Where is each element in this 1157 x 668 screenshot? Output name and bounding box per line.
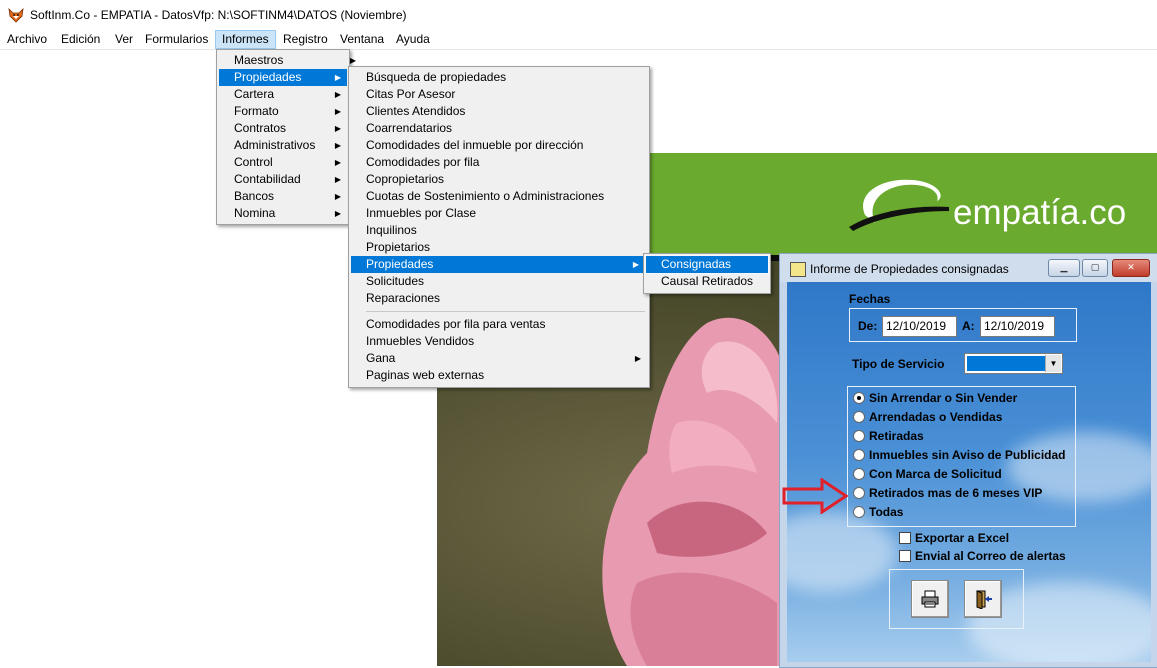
minimize-button[interactable]: ▁ (1048, 259, 1080, 277)
menu-item-solicitudes[interactable]: Solicitudes (351, 273, 647, 290)
menu-item-nomina[interactable]: Nomina ▶ (219, 205, 347, 222)
fox-app-icon (8, 7, 24, 23)
title-bar: SoftInm.Co - EMPATIA - DatosVfp: N:\SOFT… (0, 0, 1157, 30)
logo-text: empatía.co (953, 193, 1127, 232)
menu-item-comodidades-direccion[interactable]: Comodidades del inmueble por dirección (351, 137, 647, 154)
a-label: A: (962, 319, 975, 333)
menu-item-cartera[interactable]: Cartera ▶ (219, 86, 347, 103)
radio-icon[interactable] (853, 410, 865, 423)
radio-checked-icon[interactable] (853, 391, 865, 404)
exit-button[interactable] (964, 580, 1002, 618)
menu-ventana[interactable]: Ventana (334, 30, 390, 49)
radio-icon[interactable] (853, 448, 865, 461)
menu-informes[interactable]: Informes (215, 30, 276, 49)
radio-todas[interactable]: Todas (853, 504, 903, 521)
date-to-field[interactable]: 12/10/2019 (980, 316, 1055, 337)
menu-edicion[interactable]: Edición (55, 30, 106, 49)
radio-retiradas[interactable]: Retiradas (853, 428, 924, 445)
radio-retirados-vip[interactable]: Retirados mas de 6 meses VIP (853, 485, 1042, 502)
menu-item-bancos[interactable]: Bancos ▶ (219, 188, 347, 205)
buttons-group (889, 569, 1024, 629)
menu-item-consignadas[interactable]: Consignadas (645, 255, 769, 274)
exit-door-icon (976, 590, 992, 610)
menu-item-contratos[interactable]: Contratos ▶ (219, 120, 347, 137)
menu-item-comodidades-ventas[interactable]: Comodidades por fila para ventas (351, 316, 647, 333)
checkbox-icon[interactable] (899, 549, 911, 562)
propiedades-submenu: Búsqueda de propiedades Citas Por Asesor… (348, 66, 650, 388)
menu-formularios[interactable]: Formularios (139, 30, 214, 49)
tipo-servicio-label: Tipo de Servicio (852, 357, 945, 371)
radio-sin-arrendar[interactable]: Sin Arrendar o Sin Vender (853, 390, 1017, 407)
print-button[interactable] (911, 580, 949, 618)
menu-item-paginas-web[interactable]: Paginas web externas (351, 367, 647, 384)
informe-dialog: Informe de Propiedades consignadas ▁ ▢ ✕… (779, 253, 1157, 668)
checkbox-exportar-excel[interactable]: Exportar a Excel (899, 530, 1009, 547)
radio-icon[interactable] (853, 486, 865, 499)
de-label: De: (858, 319, 878, 333)
menu-item-formato[interactable]: Formato ▶ (219, 103, 347, 120)
checkbox-icon[interactable] (899, 531, 911, 544)
menu-item-busqueda-propiedades[interactable]: Búsqueda de propiedades (351, 69, 647, 86)
close-button[interactable]: ✕ (1112, 259, 1150, 277)
menu-item-inmuebles-vendidos[interactable]: Inmuebles Vendidos (351, 333, 647, 350)
menu-item-coarrendatarios[interactable]: Coarrendatarios (351, 120, 647, 137)
menu-separator (366, 311, 645, 312)
tipo-servicio-value (967, 356, 1045, 371)
tipo-servicio-select[interactable]: ▼ (964, 353, 1063, 374)
propiedades-nested-submenu: Consignadas Causal Retirados (643, 253, 771, 294)
menu-item-comodidades-fila[interactable]: Comodidades por fila (351, 154, 647, 171)
report-icon (790, 262, 806, 277)
printer-icon (921, 590, 939, 608)
fechas-label: Fechas (849, 292, 891, 306)
menu-item-control[interactable]: Control ▶ (219, 154, 347, 171)
radio-icon[interactable] (853, 505, 865, 518)
menu-item-citas-asesor[interactable]: Citas Por Asesor (351, 86, 647, 103)
empatia-logo-icon (849, 179, 949, 231)
radio-arrendadas[interactable]: Arrendadas o Vendidas (853, 409, 1002, 426)
maximize-button[interactable]: ▢ (1082, 259, 1108, 277)
menu-archivo[interactable]: Archivo (1, 30, 53, 49)
menu-item-inmuebles-clase[interactable]: Inmuebles por Clase (351, 205, 647, 222)
menu-item-clientes-atendidos[interactable]: Clientes Atendidos (351, 103, 647, 120)
menu-ayuda[interactable]: Ayuda (390, 30, 436, 49)
menu-ver[interactable]: Ver (109, 30, 139, 49)
menu-item-administrativos[interactable]: Administrativos ▶ (219, 137, 347, 154)
radio-icon[interactable] (853, 467, 865, 480)
menu-item-propiedades[interactable]: Propiedades ▶ (219, 69, 347, 86)
menu-item-propietarios[interactable]: Propietarios (351, 239, 647, 256)
menu-item-propiedades-sub[interactable]: Propiedades ▶ (351, 256, 645, 273)
menu-registro[interactable]: Registro (277, 30, 334, 49)
radio-marca-solicitud[interactable]: Con Marca de Solicitud (853, 466, 1002, 483)
menu-bar: Archivo Edición Ver Formularios Informes… (0, 30, 1157, 50)
radio-icon[interactable] (853, 429, 865, 442)
annotation-arrow-icon (782, 478, 848, 514)
menu-item-contabilidad[interactable]: Contabilidad ▶ (219, 171, 347, 188)
menu-item-gana[interactable]: Gana ▶ (351, 350, 647, 367)
menu-item-maestros[interactable]: Maestros ▶ (219, 52, 362, 69)
informes-dropdown: Maestros ▶ Propiedades ▶ Cartera ▶ Formato ▶… (216, 49, 356, 225)
dialog-body: Fechas De: 12/10/2019 A: 12/10/2019 Tipo… (787, 282, 1151, 662)
menu-item-causal-retirados[interactable]: Causal Retirados (646, 273, 768, 290)
date-from-field[interactable]: 12/10/2019 (882, 316, 957, 337)
menu-item-copropietarios[interactable]: Copropietarios (351, 171, 647, 188)
radio-sin-aviso[interactable]: Inmuebles sin Aviso de Publicidad (853, 447, 1066, 464)
menu-item-reparaciones[interactable]: Reparaciones (351, 290, 647, 307)
window-title: SoftInm.Co - EMPATIA - DatosVfp: N:\SOFT… (30, 8, 407, 22)
dialog-title: Informe de Propiedades consignadas (810, 262, 1009, 276)
menu-item-inquilinos[interactable]: Inquilinos (351, 222, 647, 239)
menu-item-cuotas-sostenimiento[interactable]: Cuotas de Sostenimiento o Administracion… (351, 188, 647, 205)
chevron-down-icon[interactable]: ▼ (1045, 355, 1061, 372)
dialog-title-bar[interactable]: Informe de Propiedades consignadas ▁ ▢ ✕ (780, 254, 1157, 282)
checkbox-correo-alertas[interactable]: Envial al Correo de alertas (899, 548, 1066, 565)
